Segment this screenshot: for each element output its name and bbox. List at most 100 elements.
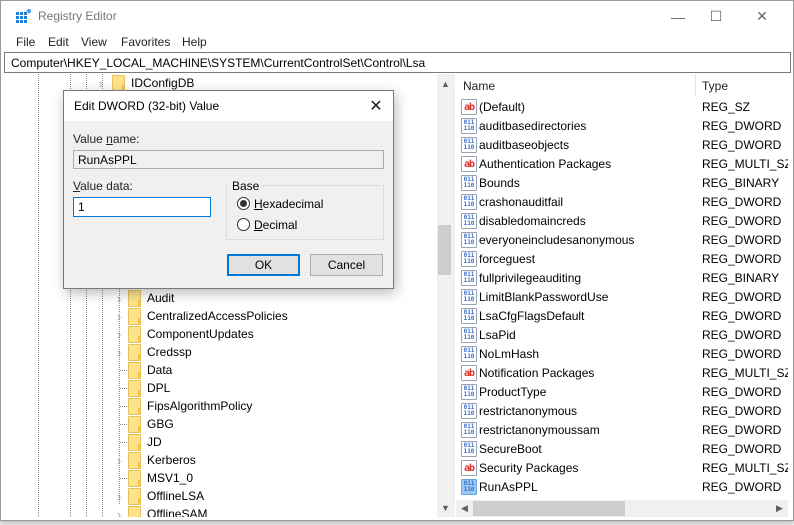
column-header-name[interactable]: Name — [463, 79, 495, 93]
chevron-right-icon[interactable]: › — [114, 325, 124, 343]
chevron-right-icon[interactable]: › — [114, 487, 124, 505]
tree-item[interactable]: › OfflineSAM — [9, 505, 429, 517]
binary-value-icon: 011 110 — [461, 213, 477, 229]
folder-icon — [128, 452, 141, 469]
tree-item[interactable]: FipsAlgorithmPolicy — [9, 397, 429, 415]
value-row[interactable]: ab Notification Packages REG_MULTI_SZ — [456, 364, 788, 383]
value-type: REG_MULTI_SZ — [702, 461, 788, 475]
value-row[interactable]: 011 110 restrictanonymoussam REG_DWORD — [456, 421, 788, 440]
value-row[interactable]: 011 110 LimitBlankPasswordUse REG_DWORD — [456, 288, 788, 307]
value-type: REG_DWORD — [702, 138, 782, 152]
value-name: NoLmHash — [479, 347, 540, 361]
tree-item[interactable]: › Audit — [9, 289, 429, 307]
value-row[interactable]: 011 110 LsaPid REG_DWORD — [456, 326, 788, 345]
tree-item[interactable]: JD — [9, 433, 429, 451]
title-bar: Registry Editor — ☐ ✕ — [1, 1, 793, 32]
maximize-button[interactable]: ☐ — [693, 1, 739, 32]
scroll-right-icon[interactable]: ▶ — [772, 501, 787, 516]
edit-dword-dialog: Edit DWORD (32-bit) Value ✕ Value name: … — [63, 90, 394, 289]
chevron-right-icon[interactable]: › — [114, 343, 124, 361]
close-button[interactable]: ✕ — [739, 1, 785, 32]
value-row[interactable]: 011 110 ProductType REG_DWORD — [456, 383, 788, 402]
base-group — [226, 185, 384, 240]
ok-button[interactable]: OK — [227, 254, 300, 276]
value-row[interactable]: 011 110 everyoneincludesanonymous REG_DWORD — [456, 231, 788, 250]
tree-item[interactable]: › Credssp — [9, 343, 429, 361]
tree-vertical-scrollbar[interactable]: ▲ ▼ — [437, 74, 451, 517]
scrollbar-thumb[interactable] — [473, 501, 625, 516]
value-row[interactable]: 011 110 crashonauditfail REG_DWORD — [456, 193, 788, 212]
tree-item[interactable]: › Kerberos — [9, 451, 429, 469]
tree-item[interactable]: Data — [9, 361, 429, 379]
hexadecimal-label[interactable]: Hexadecimal — [254, 197, 323, 211]
tree-item[interactable]: MSV1_0 — [9, 469, 429, 487]
binary-value-icon: 011 110 — [461, 289, 477, 305]
scroll-down-icon[interactable]: ▼ — [438, 500, 451, 515]
tree-item[interactable]: › OfflineLSA — [9, 487, 429, 505]
binary-value-icon: 011 110 — [461, 232, 477, 248]
value-row[interactable]: 011 110 RunAsPPL REG_DWORD — [456, 478, 788, 497]
values-list-pane[interactable]: Name Type ab (Default) REG_SZ 011 110 auditba… — [456, 74, 788, 517]
menu-favorites[interactable]: Favorites — [121, 35, 170, 49]
value-type: REG_MULTI_SZ — [702, 157, 788, 171]
chevron-right-icon[interactable]: › — [114, 451, 124, 469]
address-bar[interactable]: Computer\HKEY_LOCAL_MACHINE\SYSTEM\Curre… — [4, 52, 791, 73]
tree-item-label: IDConfigDB — [131, 76, 195, 90]
binary-value-icon: 011 110 — [461, 194, 477, 210]
value-type: REG_DWORD — [702, 480, 782, 494]
dialog-close-button[interactable]: ✕ — [365, 95, 387, 117]
values-horizontal-scrollbar[interactable]: ◀ ▶ — [456, 500, 788, 517]
value-row[interactable]: 011 110 auditbasedirectories REG_DWORD — [456, 117, 788, 136]
chevron-right-icon[interactable]: › — [114, 307, 124, 325]
menu-edit[interactable]: Edit — [48, 35, 69, 49]
value-type: REG_DWORD — [702, 252, 782, 266]
column-header-type[interactable]: Type — [702, 79, 728, 93]
tree-item[interactable]: DPL — [9, 379, 429, 397]
value-row[interactable]: 011 110 disabledomaincreds REG_DWORD — [456, 212, 788, 231]
tree-item[interactable]: › CentralizedAccessPolicies — [9, 307, 429, 325]
tree-item-label: OfflineLSA — [147, 489, 205, 503]
value-row[interactable]: 011 110 fullprivilegeauditing REG_BINARY — [456, 269, 788, 288]
value-data-label: Value data: — [73, 179, 133, 193]
scroll-up-icon[interactable]: ▲ — [438, 76, 451, 91]
value-row[interactable]: 011 110 forceguest REG_DWORD — [456, 250, 788, 269]
value-row[interactable]: 011 110 NoLmHash REG_DWORD — [456, 345, 788, 364]
value-row[interactable]: 011 110 SecureBoot REG_DWORD — [456, 440, 788, 459]
value-type: REG_DWORD — [702, 423, 782, 437]
menu-view[interactable]: View — [81, 35, 107, 49]
tree-item[interactable]: GBG — [9, 415, 429, 433]
folder-icon — [128, 488, 141, 505]
chevron-right-icon[interactable]: › — [114, 505, 124, 518]
scroll-left-icon[interactable]: ◀ — [457, 501, 472, 516]
tree-guide-line — [120, 406, 127, 407]
pane-splitter[interactable] — [451, 74, 455, 517]
value-row[interactable]: 011 110 LsaCfgFlagsDefault REG_DWORD — [456, 307, 788, 326]
tree-item[interactable]: › ComponentUpdates — [9, 325, 429, 343]
decimal-radio[interactable] — [237, 218, 250, 231]
menu-file[interactable]: File — [16, 35, 35, 49]
chevron-right-icon[interactable]: › — [114, 289, 124, 307]
value-name: SecureBoot — [479, 442, 542, 456]
cancel-button[interactable]: Cancel — [310, 254, 383, 276]
value-row[interactable]: 011 110 restrictanonymous REG_DWORD — [456, 402, 788, 421]
value-row[interactable]: ab Security Packages REG_MULTI_SZ — [456, 459, 788, 478]
tree-item-label: GBG — [147, 417, 174, 431]
value-row[interactable]: 011 110 Bounds REG_BINARY — [456, 174, 788, 193]
binary-value-icon: 011 110 — [461, 403, 477, 419]
column-separator[interactable] — [695, 74, 696, 96]
value-row[interactable]: 011 110 auditbaseobjects REG_DWORD — [456, 136, 788, 155]
value-row[interactable]: ab Authentication Packages REG_MULTI_SZ — [456, 155, 788, 174]
menu-help[interactable]: Help — [182, 35, 207, 49]
binary-value-icon: 011 110 — [461, 479, 477, 495]
tree-guide-line — [120, 370, 127, 371]
string-value-icon: ab — [461, 460, 477, 476]
binary-value-icon: 011 110 — [461, 251, 477, 267]
decimal-label[interactable]: Decimal — [254, 218, 297, 232]
close-icon: ✕ — [369, 98, 383, 115]
scrollbar-thumb[interactable] — [438, 225, 451, 275]
hexadecimal-radio[interactable] — [237, 197, 250, 210]
value-data-input[interactable]: 1 — [73, 197, 211, 217]
string-value-icon: ab — [461, 156, 477, 172]
value-row[interactable]: ab (Default) REG_SZ — [456, 98, 788, 117]
tree-item-label: MSV1_0 — [147, 471, 194, 485]
